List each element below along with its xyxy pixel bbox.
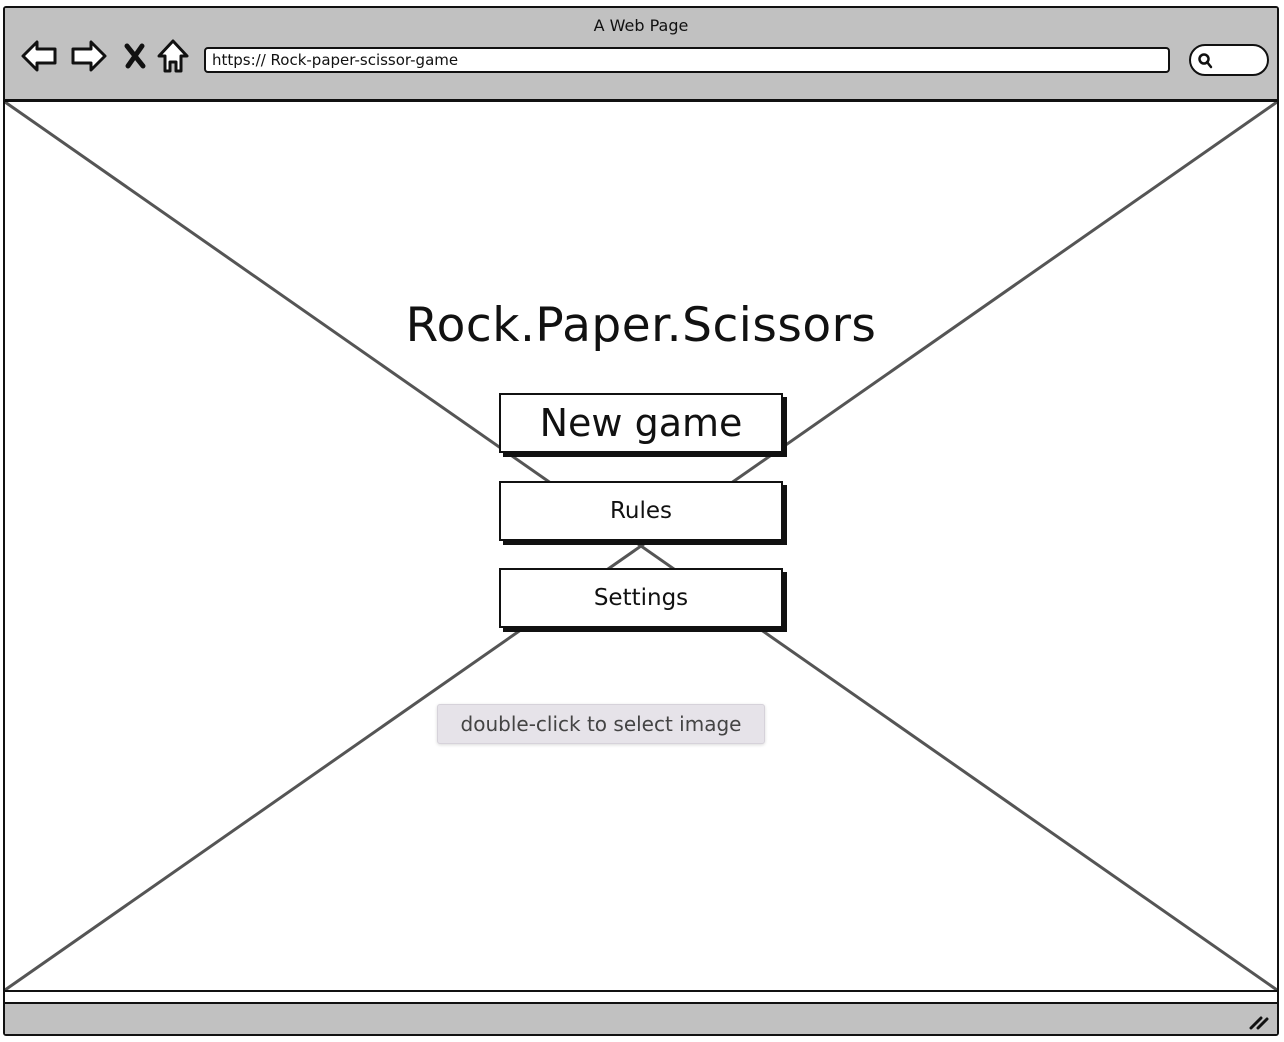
rules-button[interactable]: Rules (499, 481, 783, 541)
home-icon (157, 39, 189, 73)
back-button[interactable] (19, 36, 59, 76)
browser-toolbar: A Web Page (5, 8, 1277, 102)
image-tooltip: double-click to select image (437, 704, 765, 744)
window-title: A Web Page (593, 16, 689, 35)
search-icon (1198, 53, 1213, 69)
new-game-button[interactable]: New game (499, 393, 783, 453)
resize-grip-icon[interactable] (1247, 1014, 1269, 1030)
home-button[interactable] (153, 36, 193, 76)
url-input[interactable] (204, 47, 1170, 73)
status-bar-strip (5, 1002, 1277, 1034)
back-arrow-icon (21, 40, 57, 72)
forward-arrow-icon (71, 40, 107, 72)
search-button[interactable] (1189, 44, 1269, 76)
stop-button[interactable] (115, 36, 155, 76)
page-title: Rock.Paper.Scissors (405, 298, 877, 353)
status-bar (5, 990, 1277, 1034)
close-x-icon (124, 43, 146, 69)
image-placeholder[interactable] (5, 102, 1277, 992)
page-content: Rock.Paper.Scissors New game Rules Setti… (5, 102, 1277, 992)
settings-button[interactable]: Settings (499, 568, 783, 628)
browser-window: A Web Page https:// Rock-paper-scissor-g… (3, 6, 1279, 1036)
forward-button[interactable] (69, 36, 109, 76)
